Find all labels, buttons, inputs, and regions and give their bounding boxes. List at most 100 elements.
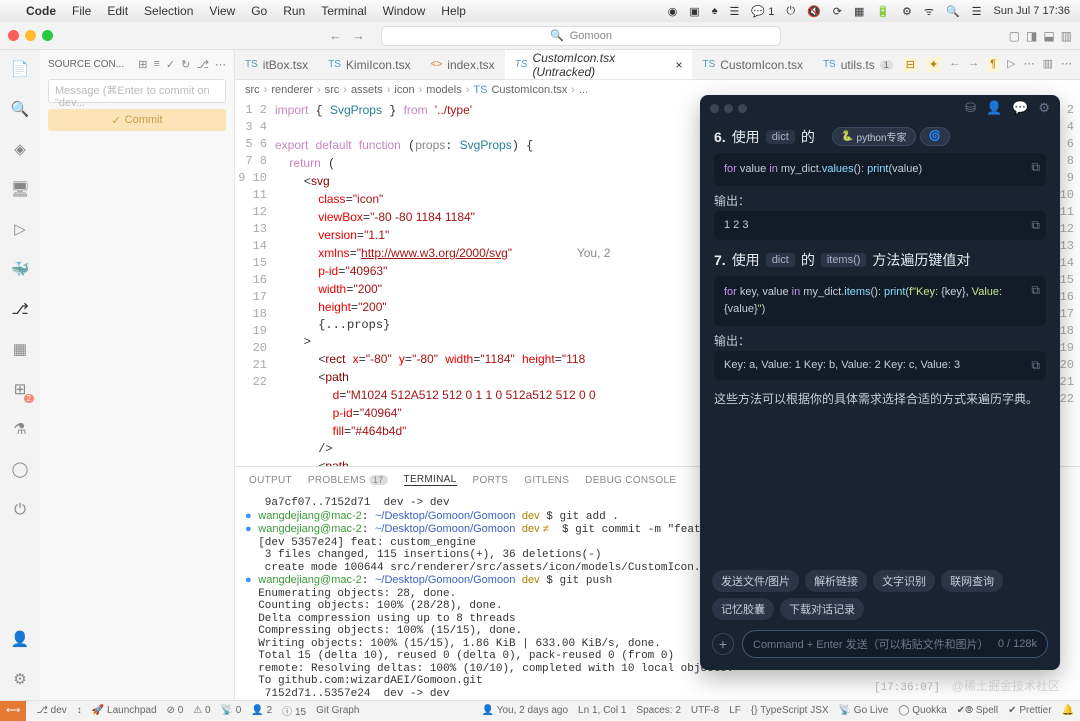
- tray-icon[interactable]: ▦: [854, 5, 864, 18]
- panel-problems[interactable]: PROBLEMS17: [308, 475, 388, 486]
- status-enc[interactable]: UTF-8: [691, 705, 719, 716]
- layout-icon[interactable]: ◨: [1026, 29, 1037, 43]
- nav-forward-icon[interactable]: →: [352, 28, 365, 43]
- commit-message-input[interactable]: Message (⌘Enter to commit on "dev...: [48, 79, 226, 103]
- menu-help[interactable]: Help: [441, 4, 466, 18]
- tb-icon[interactable]: ⊟: [903, 57, 918, 72]
- tray-icon[interactable]: ◉: [668, 5, 678, 18]
- more-icon[interactable]: ⋯: [215, 58, 226, 71]
- ext-icon[interactable]: ⊞2: [9, 378, 31, 400]
- status-info[interactable]: ⓘ 15: [282, 703, 306, 718]
- close-tab-icon[interactable]: ×: [675, 58, 682, 72]
- a-gear-icon[interactable]: ⚙: [1038, 100, 1050, 116]
- tray-search-icon[interactable]: 🔍: [946, 5, 960, 18]
- chip-ocr[interactable]: 文字识别: [873, 570, 935, 592]
- extensions-icon[interactable]: ▦: [9, 338, 31, 360]
- tray-icon[interactable]: 🔇: [807, 5, 821, 18]
- explorer-icon[interactable]: 📄: [9, 58, 31, 80]
- menu-run[interactable]: Run: [283, 4, 305, 18]
- status-branch[interactable]: ⎇ dev: [36, 705, 66, 716]
- status-port[interactable]: 📡 0: [221, 705, 242, 716]
- menu-go[interactable]: Go: [251, 4, 267, 18]
- power-icon[interactable]: ⏻: [9, 498, 31, 520]
- circle-icon[interactable]: ◯: [9, 458, 31, 480]
- tray-icon[interactable]: 💬 1: [751, 5, 774, 18]
- status-ports[interactable]: 👤 2: [251, 705, 272, 716]
- remote-icon[interactable]: 🖥: [9, 178, 31, 200]
- menu-terminal[interactable]: Terminal: [321, 4, 366, 18]
- status-lang[interactable]: {} TypeScript JSX: [751, 705, 829, 716]
- tree-icon[interactable]: ⊞: [138, 58, 147, 71]
- status-author[interactable]: 👤 You, 2 days ago: [482, 705, 568, 716]
- docker-icon[interactable]: 🐳: [9, 258, 31, 280]
- panel-terminal[interactable]: TERMINAL: [404, 474, 457, 486]
- tb-icon[interactable]: ⋯: [1024, 57, 1035, 72]
- status-spell[interactable]: ✔⦾ Spell: [957, 705, 998, 716]
- branch-icon[interactable]: ⎇: [196, 58, 209, 71]
- tab-utils[interactable]: TSutils.ts 1: [813, 50, 903, 80]
- tb-icon[interactable]: ¶: [987, 57, 999, 72]
- python-expert-chip[interactable]: 🐍 python专家: [832, 127, 915, 146]
- tray-icon[interactable]: ⏻: [786, 5, 795, 18]
- status-quokka[interactable]: ◯ Quokka: [898, 705, 946, 716]
- check-icon[interactable]: ✓: [166, 58, 175, 71]
- a-close-icon[interactable]: [710, 104, 719, 113]
- tab-customicon[interactable]: TSCustomIcon.tsx: [692, 50, 812, 80]
- tb-icon[interactable]: ▥: [1043, 57, 1053, 72]
- account-icon[interactable]: 👤: [9, 628, 31, 650]
- panel-gitlens[interactable]: GITLENS: [524, 475, 569, 486]
- menu-selection[interactable]: Selection: [144, 4, 193, 18]
- menubar-clock[interactable]: Sun Jul 7 17:36: [994, 5, 1070, 17]
- model-chip[interactable]: 🌀: [920, 127, 950, 146]
- app-name[interactable]: Code: [26, 4, 56, 18]
- status-warn[interactable]: ⚠ 0: [193, 705, 210, 716]
- layout-icon[interactable]: ⬓: [1043, 29, 1054, 43]
- menu-file[interactable]: File: [72, 4, 91, 18]
- command-center[interactable]: 🔍 Gomoon: [381, 26, 781, 46]
- status-sync[interactable]: ↕: [77, 705, 82, 716]
- a-zoom-icon[interactable]: [738, 104, 747, 113]
- copy-icon[interactable]: ⧉: [1031, 357, 1040, 373]
- zoom-icon[interactable]: [42, 30, 53, 41]
- tray-icon[interactable]: ♠: [712, 5, 718, 17]
- panel-output[interactable]: OUTPUT: [249, 475, 292, 486]
- chip-download[interactable]: 下载对话记录: [780, 598, 864, 620]
- remote-indicator[interactable]: ⟷: [0, 701, 26, 721]
- status-pos[interactable]: Ln 1, Col 1: [578, 705, 626, 716]
- commit-button[interactable]: ✓ Commit: [48, 109, 226, 131]
- menu-edit[interactable]: Edit: [107, 4, 128, 18]
- flask-icon[interactable]: ⚗: [9, 418, 31, 440]
- status-graph[interactable]: Git Graph: [316, 705, 359, 716]
- run-icon[interactable]: ▷: [9, 218, 31, 240]
- chip-memory[interactable]: 记忆胶囊: [712, 598, 774, 620]
- a-min-icon[interactable]: [724, 104, 733, 113]
- tab-index[interactable]: <>index.tsx: [421, 50, 505, 80]
- menu-window[interactable]: Window: [383, 4, 426, 18]
- status-bell-icon[interactable]: 🔔: [1062, 705, 1074, 716]
- tray-icon[interactable]: ⚙: [902, 5, 912, 18]
- settings-icon[interactable]: ⚙: [9, 668, 31, 690]
- tb-icon[interactable]: ⋯: [1061, 57, 1072, 72]
- status-live[interactable]: 📡 Go Live: [839, 705, 889, 716]
- tab-itbox[interactable]: TSitBox.tsx: [235, 50, 318, 80]
- status-spaces[interactable]: Spaces: 2: [636, 705, 680, 716]
- tb-icon[interactable]: ▷: [1007, 57, 1015, 72]
- search-icon[interactable]: 🔍: [9, 98, 31, 120]
- status-prettier[interactable]: ✔ Prettier: [1008, 705, 1051, 716]
- copy-icon[interactable]: ⧉: [1031, 159, 1040, 175]
- tb-icon[interactable]: ✦: [926, 57, 941, 72]
- menu-view[interactable]: View: [209, 4, 235, 18]
- panel-ports[interactable]: PORTS: [473, 475, 509, 486]
- nav-back-icon[interactable]: ←: [329, 28, 342, 43]
- layers-icon[interactable]: ◈: [9, 138, 31, 160]
- tb-icon[interactable]: ←: [949, 57, 960, 72]
- tray-icon[interactable]: ☰: [730, 5, 740, 18]
- status-err[interactable]: ⊘ 0: [167, 705, 184, 716]
- a-db-icon[interactable]: ⛁: [965, 100, 976, 116]
- a-chat-icon[interactable]: 💬: [1012, 100, 1028, 116]
- status-eol[interactable]: LF: [729, 705, 741, 716]
- chip-send-file[interactable]: 发送文件/图片: [712, 570, 799, 592]
- layout-icon[interactable]: ▥: [1061, 29, 1072, 43]
- tray-icon[interactable]: ▣: [689, 5, 699, 18]
- layout-icon[interactable]: ▢: [1009, 29, 1020, 43]
